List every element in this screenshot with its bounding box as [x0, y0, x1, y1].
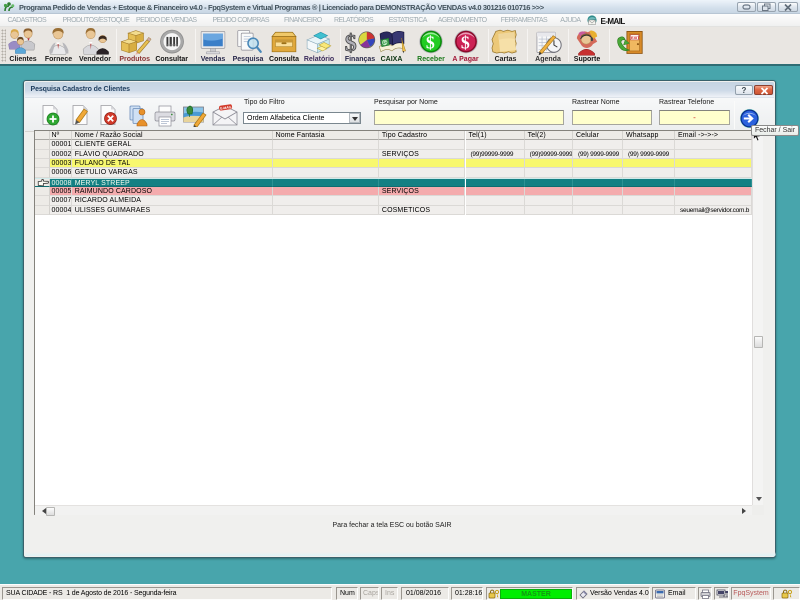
svg-text:$: $ [426, 32, 435, 52]
svg-text:$: $ [383, 41, 386, 47]
svg-text:$: $ [345, 31, 357, 57]
svg-text:EXIT: EXIT [631, 35, 640, 40]
svg-text:$: $ [460, 32, 469, 52]
